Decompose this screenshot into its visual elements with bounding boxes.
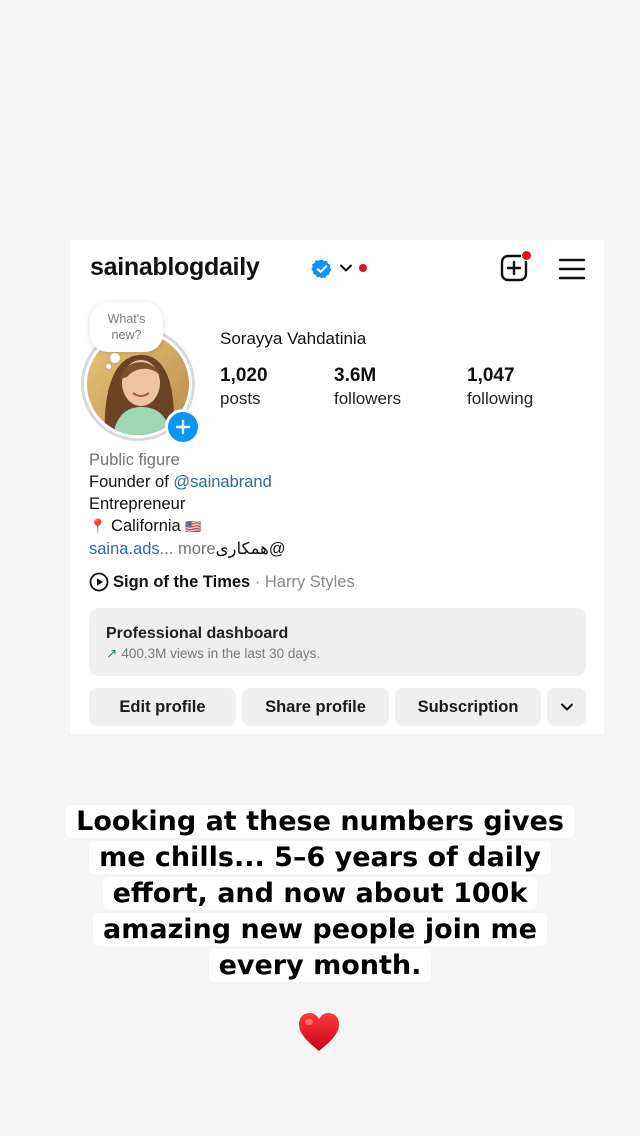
dashboard-title: Professional dashboard (106, 625, 289, 642)
bio-website-link[interactable]: saina.ads (89, 540, 160, 558)
red-heart-icon (299, 1013, 339, 1051)
stat-label: followers (334, 389, 402, 408)
play-circle-icon (89, 572, 109, 592)
bio-more-link[interactable]: ... more (160, 540, 216, 558)
bio-mention-link[interactable]: @sainabrand (173, 473, 271, 491)
professional-dashboard[interactable]: Professional dashboard ↗ 400.3M views in … (89, 608, 586, 676)
stat-value: 1,020 (220, 365, 268, 386)
edit-profile-button[interactable]: Edit profile (89, 688, 236, 726)
menu-button[interactable] (558, 257, 586, 281)
caption-line: me chills... 5–6 years of daily (89, 841, 551, 874)
stat-label: posts (220, 389, 261, 408)
share-profile-button[interactable]: Share profile (242, 688, 389, 726)
username[interactable]: sainablogdaily (90, 253, 260, 282)
profile-card: sainablogdaily What's new? Sorayya Vahda… (70, 240, 604, 734)
stat-value: 3.6M (334, 365, 377, 386)
music-song-title: Sign of the Times (113, 572, 251, 591)
chevron-down-icon (560, 703, 573, 711)
bio-rtl-mention: @همکاری (215, 540, 286, 558)
bio-category: Public figure (89, 451, 180, 469)
profile-music[interactable]: Sign of the Times · Harry Styles (89, 572, 355, 592)
note-text: What's new? (107, 312, 146, 342)
music-artist: Harry Styles (264, 572, 355, 591)
profile-header: sainablogdaily (90, 250, 586, 286)
full-name: Sorayya Vahdatinia (220, 329, 367, 348)
suggested-accounts-button[interactable] (547, 688, 586, 726)
story-caption: Looking at these numbers gives me chills… (0, 804, 640, 984)
music-separator: · (250, 572, 265, 591)
chevron-down-icon[interactable] (339, 261, 353, 275)
note-bubble[interactable]: What's new? (90, 302, 163, 352)
bio-location: California (111, 517, 181, 535)
stat-posts[interactable]: 1,020 posts (220, 364, 268, 410)
bio-line-location: 📍 California 🇺🇸 (89, 515, 286, 538)
caption-line: every month. (208, 949, 432, 982)
hamburger-menu-icon (558, 258, 586, 280)
trend-arrow-icon: ↗ (106, 646, 118, 661)
caption-line: Looking at these numbers gives (66, 805, 574, 838)
bio-line-link: saina.ads... more@همکاری (89, 538, 286, 560)
stat-followers[interactable]: 3.6M followers (334, 364, 401, 410)
note-bubble-tail (110, 353, 120, 363)
create-notification-dot (521, 250, 532, 261)
bio: Public figure Founder of @sainabrand Ent… (89, 449, 286, 560)
subscription-button[interactable]: Subscription (395, 688, 541, 726)
us-flag-icon: 🇺🇸 (185, 519, 202, 534)
create-button[interactable] (500, 250, 532, 282)
bio-line-founder: Founder of @sainabrand (89, 471, 286, 493)
dashboard-views-text: 400.3M views in the last 30 days. (121, 646, 321, 661)
bio-line-entrepreneur: Entrepreneur (89, 495, 186, 513)
plus-icon (175, 419, 191, 435)
account-notification-dot (359, 264, 367, 272)
caption-line: amazing new people join me (93, 913, 547, 946)
stat-label: following (467, 389, 534, 408)
verified-badge-icon (311, 259, 332, 279)
stat-value: 1,047 (467, 365, 515, 386)
location-pin-icon: 📍 (89, 518, 107, 534)
bio-founder-text: Founder of (89, 473, 174, 491)
stat-following[interactable]: 1,047 following (467, 364, 533, 410)
dashboard-subtitle: ↗ 400.3M views in the last 30 days. (106, 646, 320, 662)
note-bubble-tail-small (106, 364, 111, 369)
caption-line: effort, and now about 100k (102, 877, 538, 910)
add-story-button[interactable] (165, 409, 201, 445)
